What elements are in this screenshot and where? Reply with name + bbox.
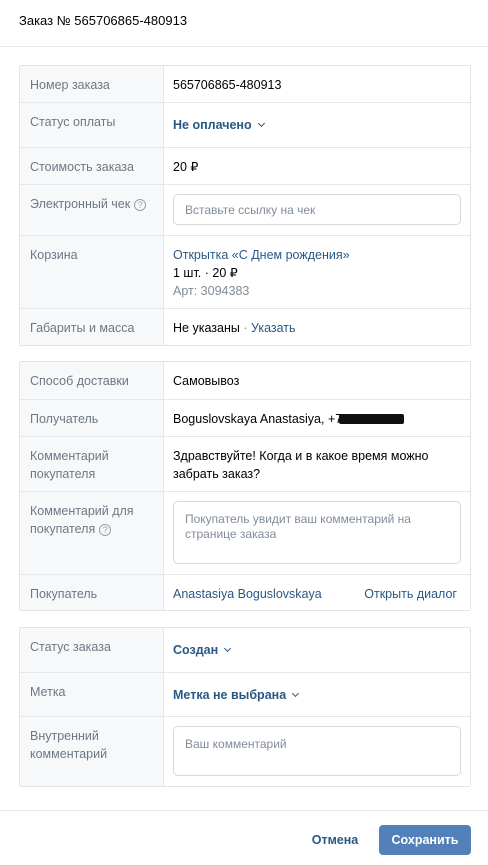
receipt-label-cell: Электронный чек? <box>20 185 164 235</box>
tag-row: Метка Метка не выбрана <box>20 672 470 716</box>
comment-for-buyer-row: Комментарий для покупателя? Покупатель у… <box>20 491 470 574</box>
buyer-comment-row: Комментарий покупателя Здравствуйте! Ког… <box>20 436 470 491</box>
modal-title: Заказ № 565706865-480913 <box>19 13 188 28</box>
help-icon[interactable]: ? <box>99 524 112 536</box>
order-info-card: Номер заказа 565706865-480913 Статус опл… <box>19 65 471 346</box>
modal-header: Заказ № 565706865-480913 <box>0 0 488 47</box>
buyer-label: Покупатель <box>20 575 164 610</box>
payment-status-dropdown[interactable]: Не оплачено <box>164 103 470 147</box>
internal-comment-label: Внутренний комментарий <box>20 717 164 786</box>
receipt-link-input[interactable]: Вставьте ссылку на чек <box>173 194 461 225</box>
payment-status-label: Статус оплаты <box>20 103 164 147</box>
cart-label: Корзина <box>20 236 164 308</box>
dimensions-label: Габариты и масса <box>20 309 164 345</box>
internal-comment-row: Внутренний комментарий Ваш комментарий <box>20 716 470 786</box>
recipient-label: Получатель <box>20 400 164 436</box>
cart-item-qty-price: 1 шт. · 20 ₽ <box>173 264 461 282</box>
order-status-value: Создан <box>173 643 219 657</box>
order-status-row: Статус заказа Создан <box>20 628 470 672</box>
payment-status-value: Не оплачено <box>173 118 252 132</box>
comment-for-buyer-label: Комментарий для покупателя <box>30 504 134 536</box>
receipt-row: Электронный чек? Вставьте ссылку на чек <box>20 184 470 235</box>
cart-item-price: 20 ₽ <box>212 266 238 280</box>
order-status-label: Статус заказа <box>20 628 164 672</box>
tag-value: Метка не выбрана <box>173 688 287 702</box>
order-status-dropdown[interactable]: Создан <box>164 628 470 672</box>
comment-for-buyer-textarea[interactable]: Покупатель увидит ваш комментарий на стр… <box>173 501 461 564</box>
dimensions-specify-link[interactable]: Указать <box>251 321 296 335</box>
comment-for-buyer-label-cell: Комментарий для покупателя? <box>20 492 164 574</box>
order-number-value: 565706865-480913 <box>173 78 282 92</box>
separator-dot: · <box>204 266 209 280</box>
redacted-phone <box>339 414 405 424</box>
order-cost-row: Стоимость заказа 20 ₽ <box>20 147 470 184</box>
help-icon[interactable]: ? <box>134 199 147 211</box>
payment-status-row: Статус оплаты Не оплачено <box>20 102 470 147</box>
cart-item-sku: Арт: 3094383 <box>173 284 250 298</box>
delivery-card: Способ доставки Самовывоз Получатель Bog… <box>19 361 471 611</box>
modal-footer: Отмена Сохранить <box>0 810 488 865</box>
delivery-method-label: Способ доставки <box>20 362 164 399</box>
chevron-down-icon <box>257 119 265 128</box>
buyer-comment-value: Здравствуйте! Когда и в какое время можн… <box>173 449 429 481</box>
delivery-method-row: Способ доставки Самовывоз <box>20 362 470 399</box>
receipt-label: Электронный чек <box>30 197 131 211</box>
cart-row: Корзина Открытка «С Днем рождения» 1 шт.… <box>20 235 470 308</box>
cancel-button[interactable]: Отмена <box>305 825 365 855</box>
order-cost-label: Стоимость заказа <box>20 148 164 184</box>
separator-dot: · <box>243 321 248 335</box>
save-button[interactable]: Сохранить <box>379 825 471 855</box>
order-number-row: Номер заказа 565706865-480913 <box>20 66 470 102</box>
recipient-value: Boguslovskaya Anastasiya, +7 <box>173 412 343 426</box>
buyer-name-link[interactable]: Anastasiya Boguslovskaya <box>173 587 322 601</box>
buyer-comment-label: Комментарий покупателя <box>20 437 164 491</box>
chevron-down-icon <box>292 689 300 698</box>
order-number-label: Номер заказа <box>20 66 164 102</box>
tag-dropdown[interactable]: Метка не выбрана <box>164 673 470 716</box>
order-status-card: Статус заказа Создан Метка Метка не выбр… <box>19 627 471 787</box>
dimensions-value: Не указаны <box>173 321 240 335</box>
cart-item-link[interactable]: Открытка «С Днем рождения» <box>173 246 461 264</box>
delivery-method-value: Самовывоз <box>173 374 240 388</box>
buyer-row: Покупатель Anastasiya Boguslovskaya Откр… <box>20 574 470 610</box>
cart-item-qty: 1 шт. <box>173 266 202 280</box>
chevron-down-icon <box>224 644 232 653</box>
recipient-row: Получатель Boguslovskaya Anastasiya, +7 <box>20 399 470 436</box>
internal-comment-textarea[interactable]: Ваш комментарий <box>173 726 461 776</box>
dimensions-row: Габариты и масса Не указаны · Указать <box>20 308 470 345</box>
order-cost-value: 20 ₽ <box>173 160 199 174</box>
open-dialog-link[interactable]: Открыть диалог <box>364 585 457 603</box>
tag-label: Метка <box>20 673 164 716</box>
